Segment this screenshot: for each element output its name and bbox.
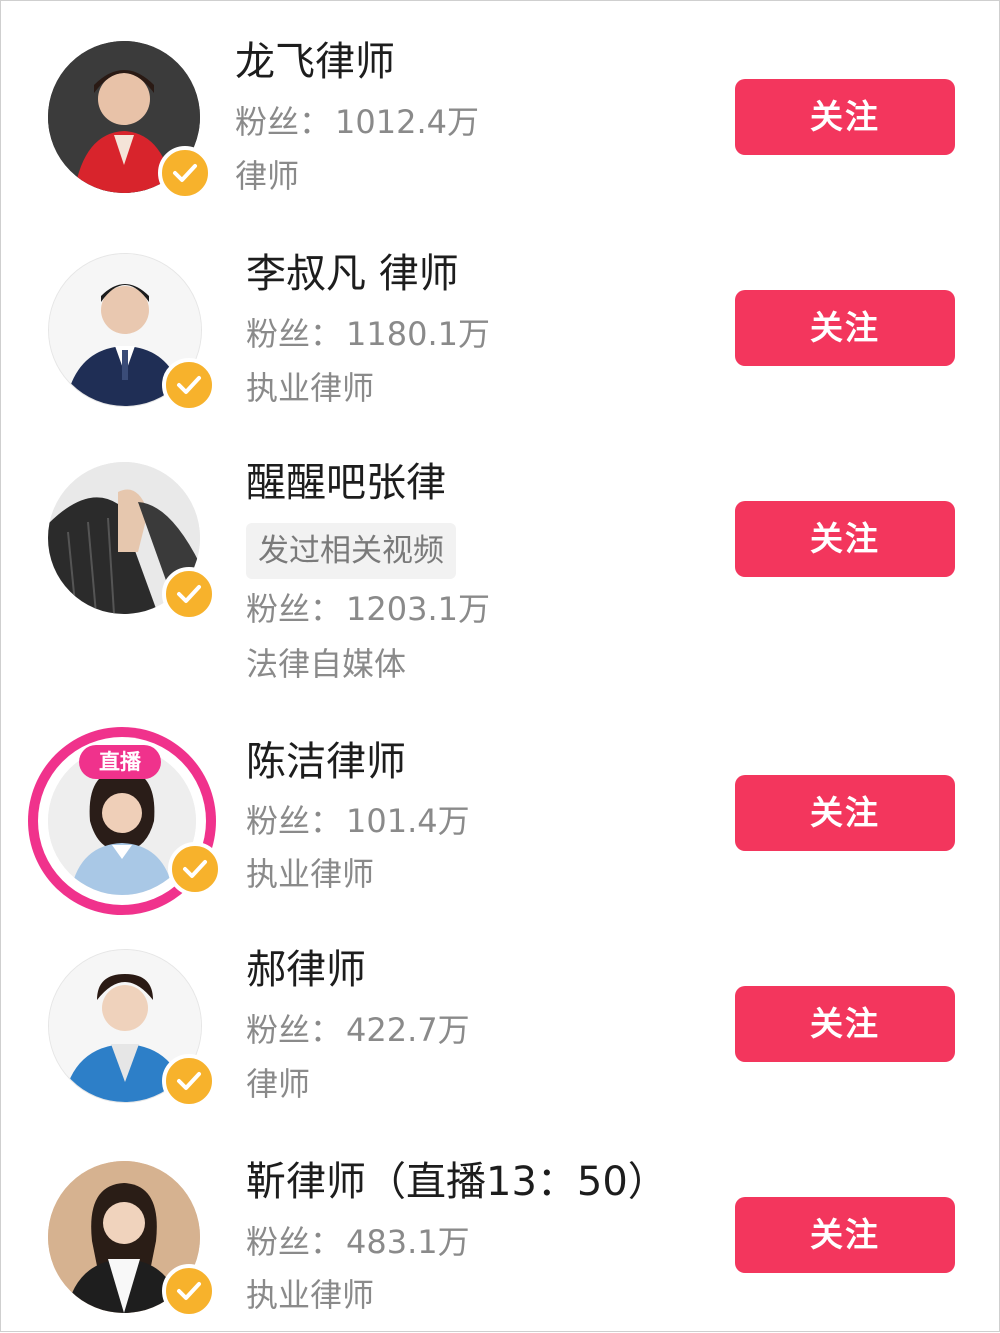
follow-button[interactable]: 关注	[735, 1197, 955, 1273]
user-role: 律师	[235, 157, 300, 195]
list-item[interactable]: 直播 陈洁律师 粉丝： 101.4万 执业律师 关注	[1, 715, 1000, 927]
list-item[interactable]: 醒醒吧张律 发过相关视频 粉丝： 1203.1万 法律自媒体 关注	[1, 425, 1000, 715]
fans-count: 粉丝： 101.4万	[246, 802, 470, 840]
list-item[interactable]: 李叔凡 律师 粉丝： 1180.1万 执业律师 关注	[1, 213, 1000, 425]
user-role: 执业律师	[246, 855, 375, 893]
verified-badge-icon	[162, 1264, 216, 1318]
user-name: 靳律师（直播13：50）	[246, 1159, 668, 1205]
user-name: 郝律师	[246, 947, 366, 993]
user-role: 执业律师	[246, 369, 375, 407]
fans-count: 粉丝： 1180.1万	[246, 315, 490, 353]
fans-count: 粉丝： 483.1万	[246, 1223, 470, 1261]
list-item[interactable]: 龙飞律师 粉丝： 1012.4万 律师 关注	[1, 1, 1000, 213]
user-name: 李叔凡 律师	[246, 251, 459, 297]
user-role: 律师	[246, 1065, 311, 1103]
verified-badge-icon	[162, 358, 216, 412]
list-item[interactable]: 郝律师 粉丝： 422.7万 律师 关注	[1, 927, 1000, 1139]
live-tag: 直播	[79, 745, 161, 779]
follow-button[interactable]: 关注	[735, 79, 955, 155]
verified-badge-icon	[168, 842, 222, 896]
user-name: 陈洁律师	[246, 739, 406, 785]
verified-badge-icon	[162, 567, 216, 621]
fans-count: 粉丝： 422.7万	[246, 1011, 470, 1049]
user-role: 法律自媒体	[246, 645, 407, 683]
follow-button[interactable]: 关注	[735, 290, 955, 366]
follow-button[interactable]: 关注	[735, 986, 955, 1062]
related-video-tag: 发过相关视频	[246, 523, 456, 579]
fans-count: 粉丝： 1203.1万	[246, 590, 490, 628]
verified-badge-icon	[162, 1054, 216, 1108]
follow-button[interactable]: 关注	[735, 501, 955, 577]
fans-count: 粉丝： 1012.4万	[235, 103, 479, 141]
user-name: 龙飞律师	[235, 39, 395, 85]
follow-button[interactable]: 关注	[735, 775, 955, 851]
verified-badge-icon	[158, 146, 212, 200]
list-item[interactable]: 靳律师（直播13：50） 粉丝： 483.1万 执业律师 关注	[1, 1139, 1000, 1333]
user-name: 醒醒吧张律	[246, 460, 446, 506]
user-role: 执业律师	[246, 1276, 375, 1314]
